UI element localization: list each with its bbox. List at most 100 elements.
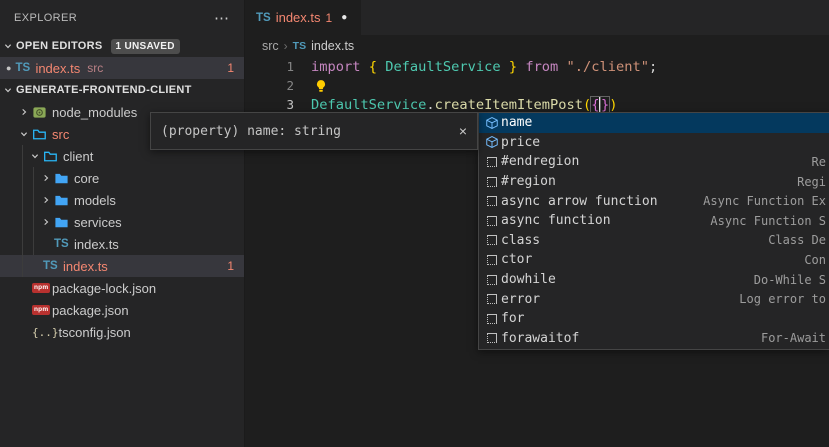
- explorer-title: EXPLORER: [14, 12, 77, 24]
- suggest-item-class[interactable]: classClass De: [479, 231, 829, 251]
- more-actions-icon[interactable]: ⋯: [214, 9, 230, 27]
- suggest-item-async-arrow-function[interactable]: async arrow functionAsync Function Ex: [479, 191, 829, 211]
- close-icon[interactable]: ×: [459, 123, 467, 139]
- code-token: ;: [649, 59, 657, 75]
- tree-item-tsconfig-json[interactable]: {..}tsconfig.json: [0, 321, 244, 343]
- tree-item-label: src: [52, 127, 69, 142]
- folder-icon: [54, 193, 69, 208]
- tree-item-package-lock-json[interactable]: npmpackage-lock.json: [0, 277, 244, 299]
- chevron-down-icon: [1, 39, 15, 53]
- chevron-right-icon: ›: [284, 39, 288, 53]
- folder-open-icon: [32, 127, 47, 142]
- tab-error-count: 1: [326, 11, 333, 25]
- suggest-item-price[interactable]: price: [479, 133, 829, 153]
- suggest-item--region[interactable]: #region Regi: [479, 172, 829, 192]
- tree-item-core[interactable]: core: [0, 167, 244, 189]
- code-token: [517, 59, 525, 75]
- suggest-label: ctor: [501, 252, 532, 267]
- tree-item-label: services: [74, 215, 122, 230]
- suggest-item-dowhile[interactable]: dowhileDo-While S: [479, 270, 829, 290]
- suggest-label: price: [501, 135, 540, 150]
- suggest-detail: Regi: [797, 175, 829, 189]
- suggest-item-ctor[interactable]: ctorCon: [479, 250, 829, 270]
- unsaved-dot-icon[interactable]: ●: [341, 12, 347, 23]
- breadcrumb: src › TS index.ts: [246, 35, 829, 57]
- suggest-label: #region: [501, 174, 556, 189]
- snippet-icon: [487, 255, 497, 265]
- suggest-label: class: [501, 233, 540, 248]
- snippet-icon: [487, 294, 497, 304]
- snippet-icon: [487, 314, 497, 324]
- code-token: from: [525, 59, 558, 75]
- suggest-label: for: [501, 311, 524, 326]
- snippet-icon: [487, 333, 497, 343]
- lightbulb-icon[interactable]: [314, 79, 328, 93]
- snippet-icon: [487, 157, 497, 167]
- snippet-icon: [487, 275, 497, 285]
- suggest-label: #endregion: [501, 154, 579, 169]
- code-token: DefaultService: [385, 59, 500, 75]
- tree-item-package-json[interactable]: npmpackage.json: [0, 299, 244, 321]
- code-token: }: [601, 97, 609, 113]
- open-editor-path: src: [87, 61, 103, 75]
- hover-text: (property) name: string: [161, 124, 341, 139]
- chevron-down-icon[interactable]: [0, 39, 16, 53]
- code-token: import: [311, 59, 360, 75]
- code-token: }: [509, 59, 517, 75]
- snippet-icon: [487, 235, 497, 245]
- snippet-icon: [487, 196, 497, 206]
- open-editors-label: OPEN EDITORS: [16, 40, 103, 52]
- chevron-right-icon: [17, 105, 31, 119]
- code-token: {: [369, 59, 377, 75]
- tree-item-label: node_modules: [52, 105, 137, 120]
- field-icon: [485, 135, 499, 149]
- code-token: (: [583, 97, 591, 113]
- snippet-icon: [487, 177, 497, 187]
- code-line-2[interactable]: 2: [246, 76, 829, 95]
- suggest-item--endregion[interactable]: #endregion Re: [479, 152, 829, 172]
- suggest-widget: name price #endregion Re #region Regi async ar…: [478, 112, 829, 350]
- suggest-label: async function: [501, 213, 611, 228]
- suggest-label: name: [501, 115, 532, 130]
- suggest-item-for[interactable]: for: [479, 309, 829, 329]
- suggest-detail: Log error to: [739, 292, 829, 306]
- chevron-down-icon[interactable]: [0, 83, 16, 97]
- tree-item-index-ts[interactable]: TSindex.ts: [0, 233, 244, 255]
- tree-item-services[interactable]: services: [0, 211, 244, 233]
- open-editor-item-indexts[interactable]: ● TS index.ts src 1: [0, 57, 244, 79]
- suggest-item-forawaitof[interactable]: forawaitofFor-Await: [479, 329, 829, 349]
- tree-item-label: client: [63, 149, 93, 164]
- tsconfig-braces-icon: {..}: [32, 326, 59, 339]
- code-token: {: [591, 97, 599, 113]
- section-project-root[interactable]: GENERATE-FRONTEND-CLIENT: [0, 79, 244, 101]
- suggest-item-error[interactable]: errorLog error to: [479, 289, 829, 309]
- line-number: 1: [246, 59, 294, 74]
- suggest-item-async-function[interactable]: async function Async Function S: [479, 211, 829, 231]
- ts-icon: TS: [15, 62, 30, 74]
- section-open-editors[interactable]: OPEN EDITORS 1 UNSAVED: [0, 35, 244, 57]
- suggest-detail: Do-While S: [754, 273, 829, 287]
- code-token: [558, 59, 566, 75]
- code-area[interactable]: 1import { DefaultService } from "./clien…: [246, 57, 829, 114]
- unsaved-badge: 1 UNSAVED: [111, 39, 180, 54]
- tree-item-label: package-lock.json: [52, 281, 156, 296]
- suggest-detail: Async Function S: [710, 214, 829, 228]
- breadcrumb-folder[interactable]: src: [262, 39, 279, 53]
- suggest-label: forawaitof: [501, 331, 579, 346]
- line-number: 2: [246, 78, 294, 93]
- npm-icon: npm: [32, 283, 50, 293]
- tree-item-models[interactable]: models: [0, 189, 244, 211]
- code-line-1[interactable]: 1import { DefaultService } from "./clien…: [246, 57, 829, 76]
- npm-icon: npm: [32, 305, 50, 315]
- chevron-down-icon: [17, 127, 31, 141]
- folder-icon: [54, 171, 69, 186]
- suggest-detail: Re: [812, 155, 829, 169]
- breadcrumb-file[interactable]: index.ts: [311, 39, 354, 53]
- chevron-right-icon: [39, 215, 53, 229]
- tree-item-index-ts[interactable]: TSindex.ts1: [0, 255, 244, 277]
- tab-indexts[interactable]: TS index.ts 1 ●: [246, 0, 361, 35]
- project-root-label: GENERATE-FRONTEND-CLIENT: [16, 84, 192, 96]
- indent-guide: [22, 145, 23, 277]
- chevron-down-icon: [28, 149, 42, 163]
- suggest-item-name[interactable]: name: [479, 113, 829, 133]
